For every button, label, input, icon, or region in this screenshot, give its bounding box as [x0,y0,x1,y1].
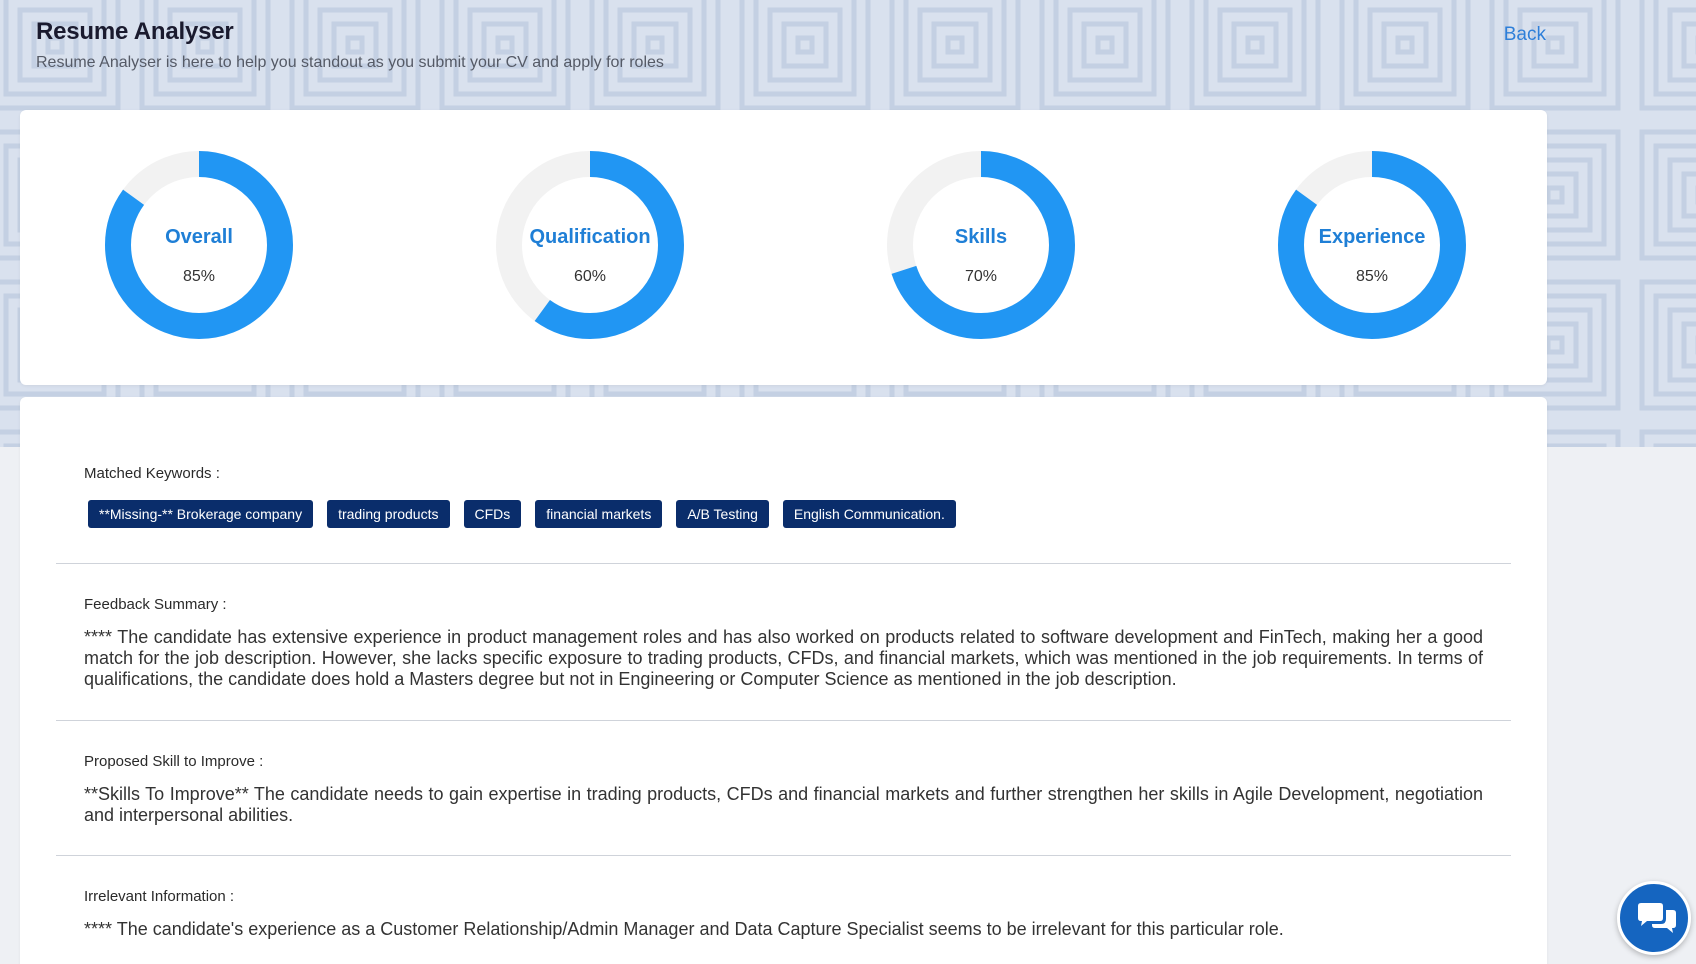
section-label: Feedback Summary : [84,596,227,613]
gauge-value: 85% [182,268,216,285]
feedback-summary-section: Feedback Summary : **** The candidate ha… [56,596,1511,690]
pattern-square [1681,171,1696,219]
score-card: Overall 85% Qualification 60% Skills 70% [20,110,1547,385]
keyword-chip: A/B Testing [676,500,769,528]
section-divider [56,855,1511,856]
gauge-label: Experience [1318,226,1426,248]
gauge-value: 85% [1355,268,1389,285]
keyword-chip: trading products [327,500,450,528]
feedback-summary-text: **** The candidate has extensive experie… [84,627,1483,689]
irrelevant-info-section: Irrelevant Information : **** The candid… [56,888,1511,940]
keyword-chip: CFDs [463,500,522,528]
keyword-chip: financial markets [535,500,663,528]
gauge-value: 70% [964,268,998,285]
gauge-overall: Overall 85% [104,150,294,340]
gauge-skills: Skills 70% [886,150,1076,340]
gauge-label: Skills [954,226,1008,248]
pattern-square [1681,21,1696,69]
details-card: Matched Keywords : **Missing-** Brokerag… [20,397,1547,964]
gauge-label: Overall [165,226,233,248]
chat-bubbles-icon [1638,903,1676,933]
pattern-square [1545,35,1565,55]
matched-keywords-section: Matched Keywords : **Missing-** Brokerag… [56,465,1511,528]
gauge-label: Qualification [529,226,651,248]
gauge-value: 60% [573,268,607,285]
page-title: Resume Analyser [36,18,234,45]
pattern-square [1545,185,1565,205]
irrelevant-info-text: **** The candidate's experience as a Cus… [84,919,1284,939]
keyword-chip: English Communication. [782,500,956,528]
section-label: Matched Keywords : [84,465,220,482]
gauge-qualification: Qualification 60% [495,150,685,340]
pattern-square [1653,443,1696,447]
page-subtitle: Resume Analyser is here to help you stan… [36,54,664,71]
keyword-chip: **Missing-** Brokerage company [88,500,314,528]
resume-analyser-page: Resume Analyser Resume Analyser is here … [0,0,1696,964]
pattern-square [1545,335,1565,355]
chat-button[interactable] [1617,881,1691,955]
proposed-skill-section: Proposed Skill to Improve : **Skills To … [56,753,1511,826]
pattern-square [1681,321,1696,369]
gauge-experience: Experience 85% [1277,150,1467,340]
back-link[interactable]: Back [1504,24,1546,46]
page-header: Resume Analyser Resume Analyser is here … [36,18,1546,72]
section-label: Irrelevant Information : [84,888,235,905]
proposed-skill-text: **Skills To Improve** The candidate need… [84,784,1483,825]
section-divider [56,720,1511,721]
section-label: Proposed Skill to Improve : [84,753,264,770]
section-divider [56,563,1511,564]
keyword-list: **Missing-** Brokerage company trading p… [84,500,1483,528]
